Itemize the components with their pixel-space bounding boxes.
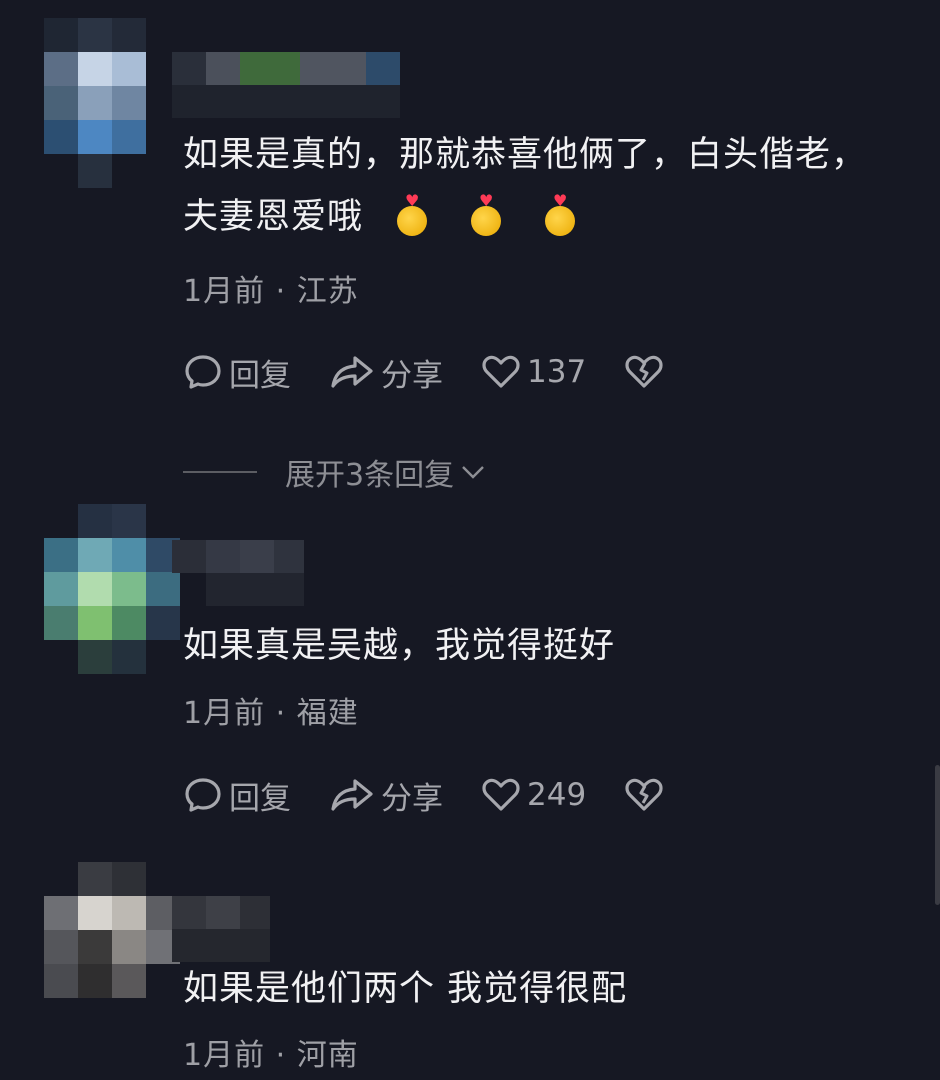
avatar[interactable] <box>44 18 170 188</box>
chat-bubble-icon <box>185 778 221 812</box>
share-label: 分享 <box>381 780 443 817</box>
like-button[interactable]: 249 <box>481 775 586 815</box>
like-count: 249 <box>527 777 587 813</box>
comment-text-line: 如果是他们两个 我觉得很配 <box>183 969 628 1009</box>
share-button[interactable]: 分享 <box>329 773 443 818</box>
comment-actions: 回复 分享 249 <box>183 773 708 817</box>
comment-text-line-2: 夫妻恩爱哦 <box>183 197 364 237</box>
share-button[interactable]: 分享 <box>329 350 443 395</box>
scrollbar[interactable] <box>935 765 940 905</box>
heart-icon <box>482 355 520 388</box>
broken-heart-icon <box>625 778 663 811</box>
comment-meta: 1月前 · 江苏 <box>183 274 359 309</box>
reply-button[interactable]: 回复 <box>183 350 291 395</box>
comment-actions: 回复 分享 137 <box>183 350 708 394</box>
comment-meta: 1月前 · 福建 <box>183 696 359 731</box>
expand-replies-label: 展开3条回复 <box>285 458 455 493</box>
comment-text-line: 夫妻恩爱哦 ♥ ♥ ♥ <box>183 186 903 248</box>
comment-text-line: 如果真是吴越，我觉得挺好 <box>183 626 616 666</box>
chat-bubble-icon <box>185 355 221 389</box>
money-bag-heart-emoji-icon: ♥ <box>393 193 431 236</box>
share-arrow-icon <box>331 779 373 811</box>
comment-text: 如果真是吴越，我觉得挺好 <box>183 615 903 677</box>
avatar[interactable] <box>44 504 180 674</box>
reply-button[interactable]: 回复 <box>183 773 291 818</box>
money-bag-heart-emoji-icon: ♥ <box>541 193 579 236</box>
username-blurred[interactable] <box>172 52 472 118</box>
money-bag-heart-emoji-icon: ♥ <box>467 193 505 236</box>
comment-meta: 1月前 · 河南 <box>183 1038 359 1073</box>
avatar[interactable] <box>44 862 180 998</box>
username-blurred[interactable] <box>172 896 272 962</box>
comment-text: 如果是真的，那就恭喜他俩了，白头偕老， 夫妻恩爱哦 ♥ ♥ ♥ <box>183 124 903 248</box>
comment-text-line: 如果是真的，那就恭喜他俩了，白头偕老， <box>183 135 868 175</box>
reply-label: 回复 <box>229 780 291 817</box>
share-label: 分享 <box>381 357 443 394</box>
broken-heart-icon <box>625 355 663 388</box>
heart-icon <box>482 778 520 811</box>
comment-text: 如果是他们两个 我觉得很配 <box>183 958 903 1020</box>
reply-label: 回复 <box>229 357 291 394</box>
dislike-button[interactable] <box>624 775 670 815</box>
expand-replies-button[interactable]: 展开3条回复 <box>183 450 488 494</box>
dislike-button[interactable] <box>624 352 670 392</box>
like-count: 137 <box>527 354 587 390</box>
divider-line <box>183 471 257 473</box>
share-arrow-icon <box>331 356 373 388</box>
like-button[interactable]: 137 <box>481 352 586 392</box>
username-blurred[interactable] <box>172 540 304 606</box>
chevron-down-icon <box>462 466 484 479</box>
